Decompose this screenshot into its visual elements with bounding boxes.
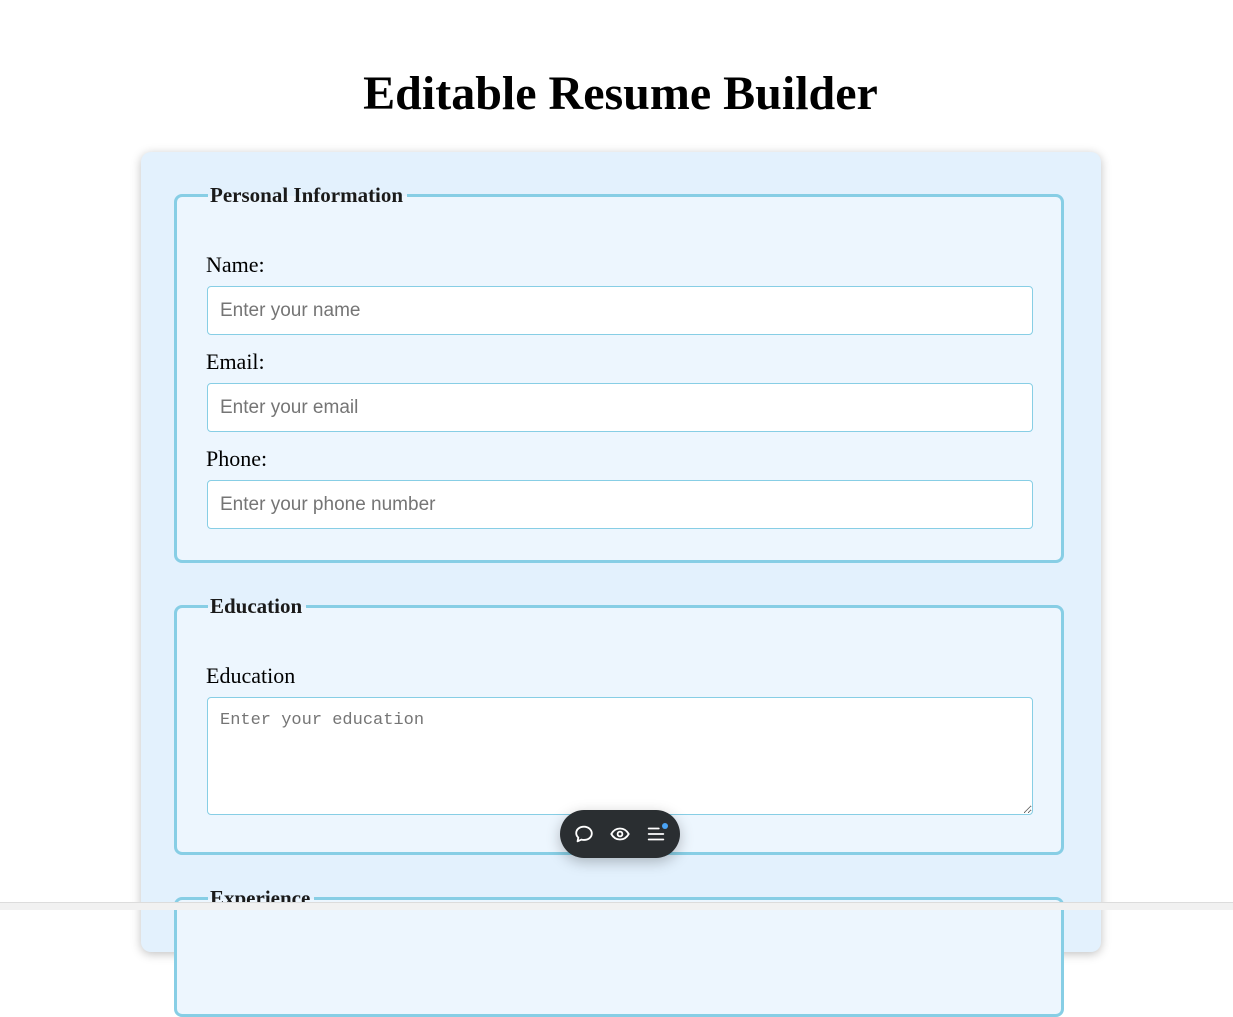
email-label: Email: — [206, 349, 265, 374]
email-input[interactable] — [207, 383, 1033, 432]
notification-dot — [662, 823, 668, 829]
phone-input[interactable] — [207, 480, 1033, 529]
menu-button[interactable] — [644, 822, 668, 846]
education-textarea[interactable] — [207, 697, 1033, 815]
chat-bubble-icon — [575, 825, 593, 843]
education-legend: Education — [208, 594, 307, 618]
page-title: Editable Resume Builder — [363, 67, 878, 120]
experience-section: Experience — [174, 886, 1064, 1017]
phone-label: Phone: — [206, 446, 268, 471]
eye-icon — [610, 827, 630, 841]
name-label: Name: — [206, 252, 265, 277]
education-label: Education — [206, 663, 296, 688]
personal-information-section: Personal Information Name: Email: Phone: — [174, 183, 1064, 563]
name-input[interactable] — [207, 286, 1033, 335]
floating-toolbar — [560, 810, 680, 858]
comment-button[interactable] — [572, 822, 596, 846]
personal-information-legend: Personal Information — [208, 183, 408, 207]
preview-button[interactable] — [608, 822, 632, 846]
